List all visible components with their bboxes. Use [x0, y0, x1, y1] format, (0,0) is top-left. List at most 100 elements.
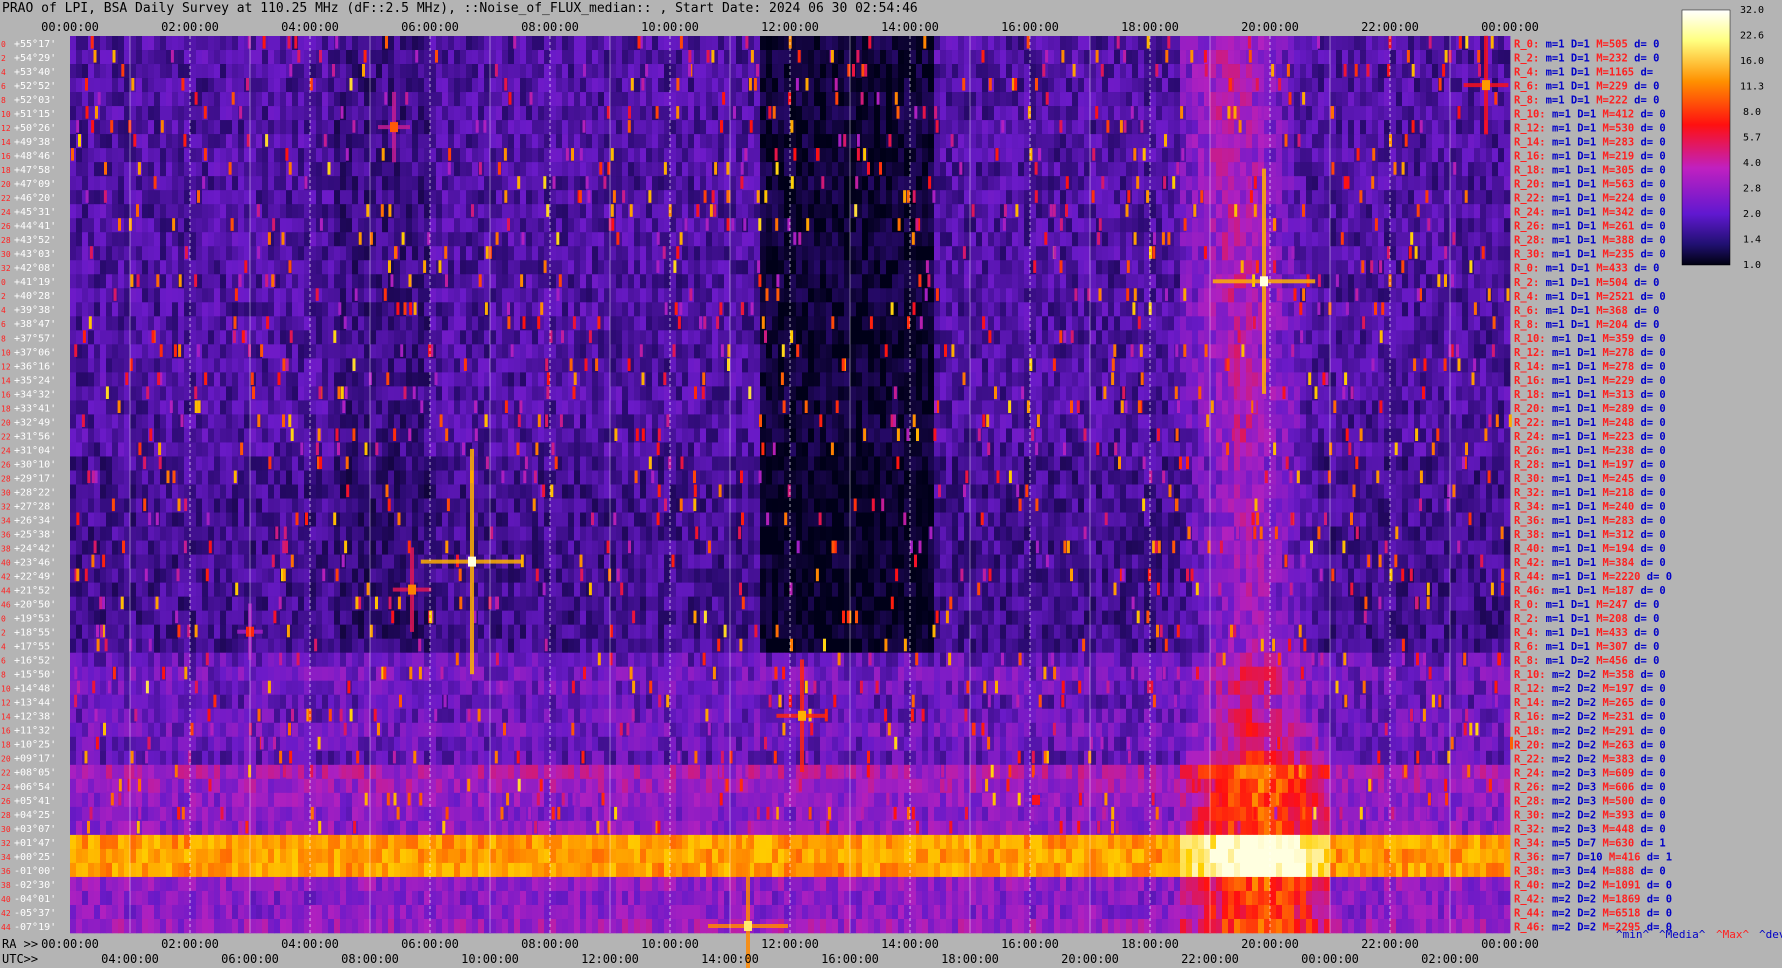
heatmap-cell — [1390, 288, 1396, 302]
heatmap-cell — [1090, 302, 1096, 316]
heatmap-cell — [664, 78, 670, 92]
heatmap-cell — [574, 92, 580, 106]
heatmap-cell — [850, 316, 856, 330]
heatmap-cell — [196, 316, 202, 330]
heatmap-cell — [652, 92, 658, 106]
heatmap-cell — [502, 260, 508, 274]
heatmap-cell — [376, 134, 382, 148]
heatmap-cell — [1312, 148, 1318, 162]
heatmap-cell — [1492, 218, 1498, 232]
heatmap-cell — [1342, 218, 1348, 232]
heatmap-cell — [388, 232, 394, 246]
heatmap-cell — [268, 176, 274, 190]
heatmap-cell — [820, 148, 826, 162]
heatmap-cell — [820, 162, 826, 176]
heatmap-cell — [1432, 36, 1438, 50]
heatmap-cell — [916, 36, 922, 50]
heatmap-cell — [760, 176, 766, 190]
heatmap-cell — [202, 36, 208, 50]
heatmap-cell — [742, 106, 748, 120]
heatmap-cell — [358, 260, 364, 274]
heatmap-cell — [898, 120, 904, 134]
heatmap-cell — [958, 204, 964, 218]
heatmap-cell — [316, 246, 322, 260]
heatmap-cell — [1216, 176, 1222, 190]
heatmap-cell — [976, 36, 982, 50]
heatmap-cell — [1318, 120, 1324, 134]
heatmap-cell — [724, 288, 730, 302]
heatmap-cell — [640, 176, 646, 190]
heatmap-cell — [496, 148, 502, 162]
heatmap-cell — [562, 274, 568, 288]
heatmap-cell — [412, 190, 418, 204]
heatmap-cell — [1054, 162, 1060, 176]
heatmap-cell — [1486, 148, 1492, 162]
heatmap-cell — [256, 36, 262, 50]
heatmap-cell — [766, 36, 772, 50]
heatmap-cell — [1294, 120, 1300, 134]
heatmap-cell — [466, 92, 472, 106]
heatmap-cell — [1048, 148, 1054, 162]
heatmap-cell — [466, 162, 472, 176]
heatmap-cell — [1066, 50, 1072, 64]
heatmap-cell — [790, 274, 796, 288]
heatmap-cell — [886, 92, 892, 106]
heatmap-cell — [766, 204, 772, 218]
heatmap-cell — [202, 316, 208, 330]
heatmap-cell — [826, 260, 832, 274]
heatmap-cell — [1060, 190, 1066, 204]
heatmap-cell — [964, 134, 970, 148]
heatmap-cell — [1168, 162, 1174, 176]
heatmap-cell — [688, 162, 694, 176]
heatmap-cell — [784, 134, 790, 148]
heatmap-cell — [748, 162, 754, 176]
heatmap-cell — [742, 78, 748, 92]
heatmap-cell — [790, 316, 796, 330]
heatmap-cell — [1270, 36, 1276, 50]
heatmap-cell — [388, 64, 394, 78]
heatmap-cell — [550, 218, 556, 232]
heatmap-cell — [208, 106, 214, 120]
heatmap-cell — [1114, 274, 1120, 288]
heatmap-cell — [616, 148, 622, 162]
heatmap-cell — [166, 162, 172, 176]
heatmap-cell — [598, 148, 604, 162]
heatmap-cell — [196, 162, 202, 176]
heatmap-cell — [658, 64, 664, 78]
heatmap-cell — [1462, 50, 1468, 64]
heatmap-cell — [940, 176, 946, 190]
heatmap-cell — [466, 302, 472, 316]
heatmap-cell — [442, 134, 448, 148]
heatmap-cell — [682, 274, 688, 288]
heatmap-cell — [232, 134, 238, 148]
heatmap-cell — [706, 302, 712, 316]
heatmap-cell — [232, 246, 238, 260]
heatmap-cell — [154, 162, 160, 176]
heatmap-cell — [796, 204, 802, 218]
heatmap-cell — [358, 246, 364, 260]
heatmap-cell — [250, 148, 256, 162]
heatmap-cell — [1120, 78, 1126, 92]
heatmap-cell — [976, 50, 982, 64]
heatmap-cell — [424, 134, 430, 148]
heatmap-cell — [436, 274, 442, 288]
heatmap-cell — [1324, 274, 1330, 288]
heatmap-cell — [706, 92, 712, 106]
heatmap-cell — [1138, 36, 1144, 50]
heatmap-cell — [1468, 50, 1474, 64]
heatmap-cell — [220, 218, 226, 232]
heatmap-cell — [640, 120, 646, 134]
heatmap-cell — [412, 260, 418, 274]
heatmap-cell — [154, 190, 160, 204]
heatmap-cell — [628, 274, 634, 288]
heatmap-cell — [208, 218, 214, 232]
heatmap-cell — [682, 162, 688, 176]
heatmap-cell — [130, 36, 136, 50]
heatmap-cell — [1168, 120, 1174, 134]
heatmap-cell — [322, 232, 328, 246]
heatmap-cell — [154, 78, 160, 92]
heatmap-cell — [1078, 78, 1084, 92]
heatmap-cell — [664, 274, 670, 288]
heatmap-cell — [1162, 120, 1168, 134]
heatmap-cell — [106, 204, 112, 218]
